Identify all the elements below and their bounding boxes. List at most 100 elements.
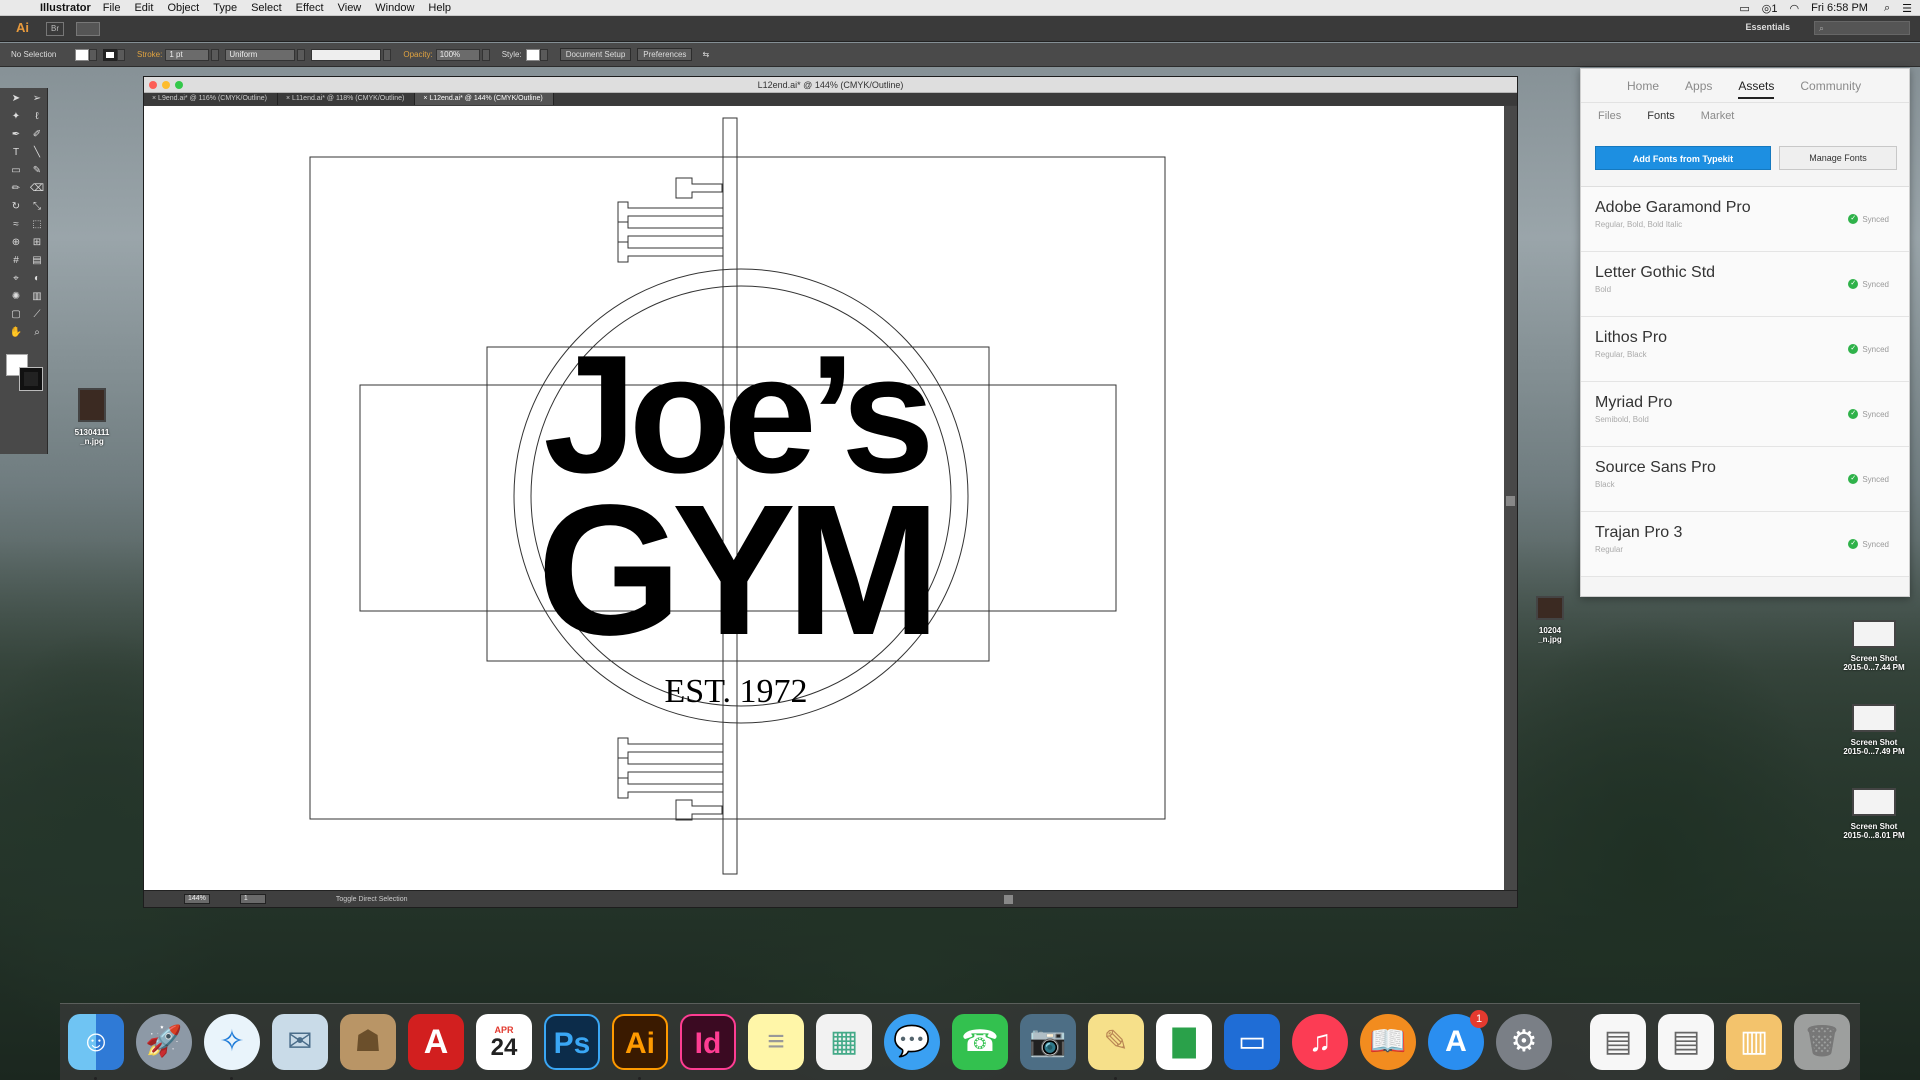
opacity-dropdown[interactable] (481, 48, 490, 61)
artboard-tool-icon[interactable]: ▢ (7, 307, 25, 323)
stroke-weight-dropdown[interactable] (211, 48, 220, 61)
document-setup-button[interactable]: Document Setup (559, 48, 632, 61)
document-stack-icon[interactable]: ▤ (1658, 1014, 1714, 1070)
keynote-icon[interactable]: ▭ (1224, 1014, 1280, 1070)
canvas[interactable]: Joe’s GYM EST. 1972 (144, 106, 1505, 891)
creative-cloud-icon[interactable]: ◎1 (1762, 2, 1778, 15)
curvature-tool-icon[interactable]: ✐ (28, 127, 46, 143)
app-menu[interactable]: Illustrator (40, 2, 91, 14)
stroke-swatch[interactable] (103, 48, 117, 61)
profile-dropdown[interactable] (297, 48, 306, 61)
column-graph-tool-icon[interactable]: ▥ (28, 289, 46, 305)
pen-tool-icon[interactable]: ✒ (7, 127, 25, 143)
menu-object[interactable]: Object (167, 2, 199, 14)
type-tool-icon[interactable]: T (7, 145, 25, 161)
blend-tool-icon[interactable]: ◐ (28, 271, 46, 287)
cc-subtab-fonts[interactable]: Fonts (1647, 110, 1675, 122)
desktop-file[interactable]: Screen Shot 2015-0...7.49 PM (1830, 704, 1918, 756)
perspective-grid-tool-icon[interactable]: ⊞ (28, 235, 46, 251)
document-tab-active[interactable]: × L12end.ai* @ 144% (CMYK/Outline) (415, 93, 554, 105)
stroke-dropdown[interactable] (117, 48, 125, 61)
warp-tool-icon[interactable]: ≈ (7, 217, 25, 233)
font-item[interactable]: Myriad Pro Semibold, Bold ✓ Synced (1581, 382, 1909, 447)
cc-tab-home[interactable]: Home (1627, 79, 1659, 93)
lasso-tool-icon[interactable]: ℓ (28, 109, 46, 125)
numbers-icon[interactable]: ▇ (1156, 1014, 1212, 1070)
desktop-file[interactable]: Screen Shot 2015-0...8.01 PM (1830, 788, 1918, 840)
shape-builder-tool-icon[interactable]: ⊕ (7, 235, 25, 251)
workspace-switcher[interactable]: Essentials (1745, 22, 1790, 32)
bridge-button[interactable]: Br (46, 21, 64, 36)
itunes-icon[interactable]: ♫ (1292, 1014, 1348, 1070)
document-title-bar[interactable]: L12end.ai* @ 144% (CMYK/Outline) (144, 77, 1517, 93)
rectangle-tool-icon[interactable]: ▭ (7, 163, 25, 179)
clock[interactable]: Fri 6:58 PM (1811, 2, 1868, 14)
photoshop-icon[interactable]: Ps (544, 1014, 600, 1070)
preferences-button[interactable]: Preferences (637, 48, 693, 61)
contacts-icon[interactable]: ☗ (340, 1014, 396, 1070)
horizontal-scroll-thumb[interactable] (1004, 895, 1013, 904)
illustrator-icon[interactable]: Ai (612, 1014, 668, 1070)
notification-center-icon[interactable]: ☰ (1902, 2, 1912, 15)
display-icon[interactable]: ▭ (1739, 2, 1749, 15)
hand-tool-icon[interactable]: ✋ (7, 325, 25, 341)
style-dropdown[interactable] (539, 48, 548, 61)
cc-subtab-market[interactable]: Market (1701, 110, 1735, 122)
brush-dropdown[interactable] (383, 48, 392, 61)
status-text[interactable]: Toggle Direct Selection (336, 896, 408, 903)
help-search-input[interactable]: ⌕ (1814, 21, 1910, 35)
magic-wand-tool-icon[interactable]: ✦ (7, 109, 25, 125)
opacity-field[interactable]: 100% (435, 48, 480, 61)
scale-tool-icon[interactable]: ⤡ (28, 199, 46, 215)
system-preferences-icon[interactable]: ⚙ (1496, 1014, 1552, 1070)
stroke-weight-field[interactable]: 1 pt (165, 48, 210, 61)
symbol-sprayer-tool-icon[interactable]: ✺ (7, 289, 25, 305)
vertical-scrollbar[interactable] (1504, 106, 1517, 891)
safari-icon[interactable]: ✧ (204, 1014, 260, 1070)
cc-tab-assets[interactable]: Assets (1738, 79, 1775, 99)
document-tab[interactable]: × L11end.ai* @ 118% (CMYK/Outline) (278, 93, 416, 105)
preview-icon[interactable]: ▦ (816, 1014, 872, 1070)
document-stack-icon[interactable]: ▤ (1590, 1014, 1646, 1070)
arrange-icon[interactable]: ⇆ (702, 50, 709, 59)
direct-selection-tool-icon[interactable]: ➢ (28, 91, 46, 107)
stroke-label[interactable]: Stroke: (137, 50, 162, 59)
spotlight-icon[interactable]: ⌕ (1884, 2, 1890, 15)
desktop-file[interactable]: Screen Shot 2015-0...7.44 PM (1830, 620, 1918, 672)
cc-subtab-files[interactable]: Files (1598, 110, 1621, 122)
menu-file[interactable]: File (103, 2, 121, 14)
font-item[interactable]: Adobe Garamond Pro Regular, Bold, Bold I… (1581, 187, 1909, 252)
font-item[interactable]: Trajan Pro 3 Regular ✓ Synced (1581, 512, 1909, 577)
graphic-style-swatch[interactable] (525, 48, 540, 61)
slice-tool-icon[interactable]: ⟋ (28, 307, 46, 323)
zoom-level-field[interactable]: 144% (184, 894, 210, 904)
fill-stroke-widget[interactable] (6, 354, 46, 394)
menu-view[interactable]: View (338, 2, 362, 14)
menu-edit[interactable]: Edit (134, 2, 153, 14)
indesign-icon[interactable]: Id (680, 1014, 736, 1070)
ibooks-icon[interactable]: 📖 (1360, 1014, 1416, 1070)
pencil-tool-icon[interactable]: ✏ (7, 181, 25, 197)
mail-icon[interactable]: ✉ (272, 1014, 328, 1070)
font-item[interactable]: Source Sans Pro Black ✓ Synced (1581, 447, 1909, 512)
eraser-tool-icon[interactable]: ⌫ (28, 181, 46, 197)
messages-icon[interactable]: 💬 (884, 1014, 940, 1070)
menu-type[interactable]: Type (213, 2, 237, 14)
launchpad-icon[interactable]: 🚀 (136, 1014, 192, 1070)
opacity-label[interactable]: Opacity: (403, 50, 432, 59)
close-window-button[interactable] (149, 81, 157, 89)
paintbrush-tool-icon[interactable]: ✎ (28, 163, 46, 179)
pages-icon[interactable]: ✎ (1088, 1014, 1144, 1070)
font-item[interactable]: Letter Gothic Std Bold ✓ Synced (1581, 252, 1909, 317)
arrange-documents-button[interactable] (76, 21, 100, 36)
fill-dropdown[interactable] (89, 48, 97, 61)
menu-select[interactable]: Select (251, 2, 282, 14)
trash-icon[interactable]: 🗑 (1794, 1014, 1850, 1070)
document-tab[interactable]: × L9end.ai* @ 116% (CMYK/Outline) (144, 93, 278, 105)
acrobat-icon[interactable]: A (408, 1014, 464, 1070)
variable-width-profile[interactable]: Uniform (225, 48, 296, 61)
wifi-icon[interactable]: ◠ (1789, 2, 1799, 15)
scroll-thumb[interactable] (1506, 496, 1515, 506)
artboard-number-field[interactable]: 1 (239, 894, 266, 904)
line-tool-icon[interactable]: ╲ (28, 145, 46, 161)
